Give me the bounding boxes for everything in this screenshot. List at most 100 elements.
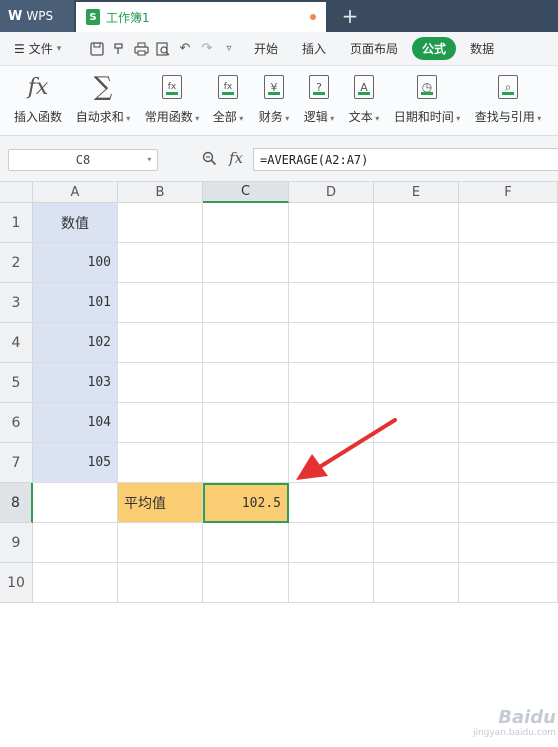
cell-a6[interactable]: 104	[33, 403, 118, 443]
save-icon[interactable]	[86, 38, 108, 60]
row-header-8[interactable]: 8	[0, 483, 33, 523]
column-header-f[interactable]: F	[459, 182, 558, 203]
cell-f4[interactable]	[459, 323, 558, 363]
logical-button[interactable]: ? 逻辑 ▾	[302, 72, 336, 125]
all-functions-button[interactable]: fx 全部 ▾	[211, 72, 245, 125]
tab-insert[interactable]: 插入	[292, 37, 336, 60]
print-icon[interactable]	[130, 38, 152, 60]
tab-formulas[interactable]: 公式	[412, 37, 457, 60]
cell-a7[interactable]: 105	[33, 443, 118, 483]
cell-c7[interactable]	[203, 443, 289, 483]
cell-a10[interactable]	[33, 563, 118, 603]
zoom-function-icon[interactable]	[202, 151, 217, 170]
row-header-5[interactable]: 5	[0, 363, 33, 403]
column-header-b[interactable]: B	[118, 182, 203, 203]
new-tab-button[interactable]: +	[338, 4, 362, 28]
row-header-7[interactable]: 7	[0, 443, 33, 483]
cell-f5[interactable]	[459, 363, 558, 403]
select-all-corner[interactable]	[0, 182, 33, 203]
cell-f7[interactable]	[459, 443, 558, 483]
cell-c10[interactable]	[203, 563, 289, 603]
financial-button[interactable]: ¥ 财务 ▾	[257, 72, 291, 125]
document-tab[interactable]: S 工作簿1	[76, 2, 326, 32]
cell-b2[interactable]	[118, 243, 203, 283]
more-chevron-icon[interactable]: ▿	[218, 38, 240, 60]
autosum-button[interactable]: ∑ 自动求和 ▾	[74, 72, 132, 125]
cell-e9[interactable]	[374, 523, 459, 563]
undo-icon[interactable]: ↶	[174, 38, 196, 60]
cell-e10[interactable]	[374, 563, 459, 603]
column-header-e[interactable]: E	[374, 182, 459, 203]
cell-f10[interactable]	[459, 563, 558, 603]
row-header-9[interactable]: 9	[0, 523, 33, 563]
cell-e1[interactable]	[374, 203, 459, 243]
row-header-4[interactable]: 4	[0, 323, 33, 363]
cell-a2[interactable]: 100	[33, 243, 118, 283]
file-menu[interactable]: ☰ 文件 ▾	[0, 40, 86, 57]
cell-f8[interactable]	[459, 483, 558, 523]
cell-d10[interactable]	[289, 563, 374, 603]
lookup-reference-button[interactable]: ⌕ 查找与引用 ▾	[472, 72, 544, 125]
cell-a1[interactable]: 数值	[33, 203, 118, 243]
cell-e7[interactable]	[374, 443, 459, 483]
cell-e8[interactable]	[374, 483, 459, 523]
row-header-10[interactable]: 10	[0, 563, 33, 603]
row-header-6[interactable]: 6	[0, 403, 33, 443]
name-box[interactable]: C8 ▾	[8, 149, 158, 171]
row-header-3[interactable]: 3	[0, 283, 33, 323]
cell-c6[interactable]	[203, 403, 289, 443]
cell-c2[interactable]	[203, 243, 289, 283]
tab-page-layout[interactable]: 页面布局	[340, 37, 408, 60]
cell-d7[interactable]	[289, 443, 374, 483]
cell-d3[interactable]	[289, 283, 374, 323]
cell-b8[interactable]: 平均值	[118, 483, 203, 523]
cell-a3[interactable]: 101	[33, 283, 118, 323]
cell-f9[interactable]	[459, 523, 558, 563]
cell-d8[interactable]	[289, 483, 374, 523]
format-painter-icon[interactable]	[108, 38, 130, 60]
cell-a8[interactable]	[33, 483, 118, 523]
cell-f2[interactable]	[459, 243, 558, 283]
cell-b4[interactable]	[118, 323, 203, 363]
tab-home[interactable]: 开始	[244, 37, 288, 60]
cell-a4[interactable]: 102	[33, 323, 118, 363]
cell-b3[interactable]	[118, 283, 203, 323]
cell-b1[interactable]	[118, 203, 203, 243]
formula-input[interactable]: =AVERAGE(A2:A7)	[253, 148, 558, 171]
cell-c5[interactable]	[203, 363, 289, 403]
cell-d4[interactable]	[289, 323, 374, 363]
cell-d9[interactable]	[289, 523, 374, 563]
cell-d2[interactable]	[289, 243, 374, 283]
cell-e6[interactable]	[374, 403, 459, 443]
cell-b5[interactable]	[118, 363, 203, 403]
cell-b9[interactable]	[118, 523, 203, 563]
insert-function-fx-icon[interactable]: fx	[229, 149, 243, 167]
cell-e2[interactable]	[374, 243, 459, 283]
cell-c8[interactable]: 102.5	[203, 483, 289, 523]
cell-a5[interactable]: 103	[33, 363, 118, 403]
cell-c4[interactable]	[203, 323, 289, 363]
column-header-d[interactable]: D	[289, 182, 374, 203]
wps-home-tab[interactable]: W WPS	[0, 0, 74, 32]
cell-f6[interactable]	[459, 403, 558, 443]
cell-f1[interactable]	[459, 203, 558, 243]
column-header-a[interactable]: A	[33, 182, 118, 203]
cell-b6[interactable]	[118, 403, 203, 443]
redo-icon[interactable]: ↷	[196, 38, 218, 60]
cell-d6[interactable]	[289, 403, 374, 443]
cell-e3[interactable]	[374, 283, 459, 323]
cell-c9[interactable]	[203, 523, 289, 563]
column-header-c[interactable]: C	[203, 182, 289, 203]
cell-b10[interactable]	[118, 563, 203, 603]
cell-b7[interactable]	[118, 443, 203, 483]
row-header-1[interactable]: 1	[0, 203, 33, 243]
cell-d5[interactable]	[289, 363, 374, 403]
cell-e4[interactable]	[374, 323, 459, 363]
cell-e5[interactable]	[374, 363, 459, 403]
tab-data[interactable]: 数据	[460, 37, 504, 60]
cell-d1[interactable]	[289, 203, 374, 243]
cell-c3[interactable]	[203, 283, 289, 323]
cell-a9[interactable]	[33, 523, 118, 563]
text-button[interactable]: A 文本 ▾	[347, 72, 381, 125]
common-functions-button[interactable]: fx 常用函数 ▾	[142, 72, 202, 125]
